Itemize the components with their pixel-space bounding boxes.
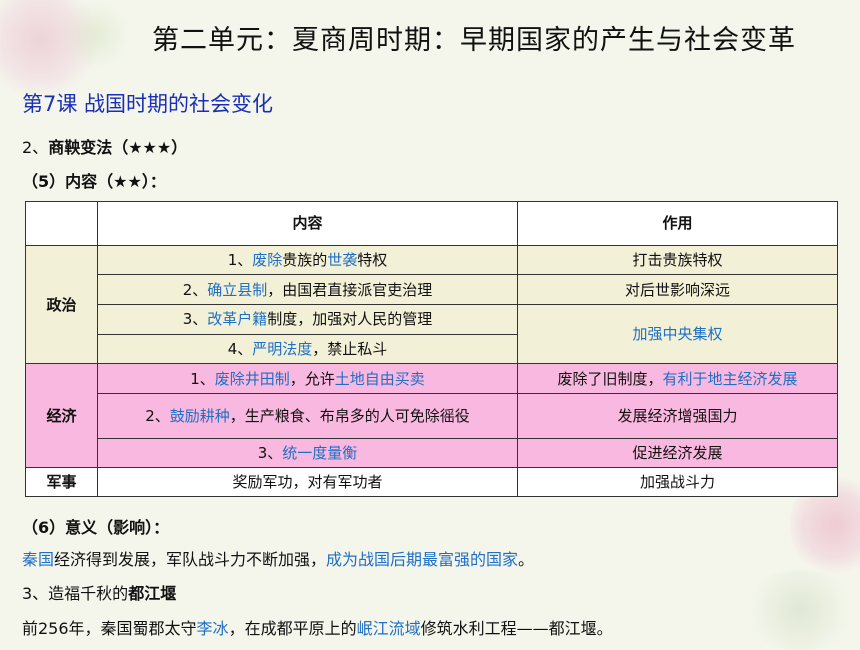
content-cell: 2、确立县制，由国君直接派官吏治理 [97,274,518,306]
flower-decoration-bottom-right [740,570,860,650]
content-cell: 1、废除贵族的世袭特权 [97,244,518,276]
impact-cell: 发展经济增强国力 [517,392,838,439]
table-row: 2、鼓励耕种，生产粮食、布帛多的人可免除徭役 发展经济增强国力 [26,392,838,439]
page-title: 第二单元：夏商周时期：早期国家的产生与社会变革 [152,25,796,56]
content-cell: 1、废除井田制，允许土地自由买卖 [97,363,518,394]
section2-number: 2、 [22,138,49,157]
reform-content-table: 内容 作用 政治 1、废除贵族的世袭特权 打击贵族特权 2、确立县制，由国君直接… [25,201,838,497]
impact-cell: 打击贵族特权 [517,244,838,276]
section2-heading: 2、商鞅变法（★★★） [22,134,187,158]
table-row: 3、改革户籍制度，加强对人民的管理 加强中央集权 [26,304,838,365]
impact-cell: 加强中央集权 [517,304,838,365]
table-row: 经济 1、废除井田制，允许土地自由买卖 废除了旧制度，有利于地主经济发展 [25,363,838,469]
table-header-row: 内容 作用 [25,201,838,246]
impact-cell: 加强战斗力 [517,467,838,497]
table-row: 3、统一度量衡 促进经济发展 [26,437,838,469]
section3-paragraph: 前256年，秦国蜀郡太守李冰，在成都平原上的岷江流域修筑水利工程——都江堰。 [22,619,613,638]
category-economy: 经济 [25,363,98,469]
table-row: 2、确立县制，由国君直接派官吏治理 对后世影响深远 [26,274,838,306]
content-cell: 3、改革户籍制度，加强对人民的管理 [97,304,518,335]
header-content: 内容 [97,201,518,246]
header-impact: 作用 [517,201,838,246]
content-cell: 2、鼓励耕种，生产粮食、布帛多的人可免除徭役 [97,392,518,439]
flower-decoration-top-left-2 [60,0,130,70]
table-row: 军事 奖励军功，对有军功者 加强战斗力 [25,467,838,497]
content-cell: 奖励军功，对有军功者 [97,467,518,497]
lesson-title: 第7课 战国时期的社会变化 [22,92,274,116]
section2-title: 商鞅变法（★★★） [48,138,188,157]
header-category [25,201,98,246]
content-cell: 3、统一度量衡 [97,437,518,469]
category-politics: 政治 [25,244,98,365]
impact-cell: 对后世影响深远 [517,274,838,306]
slide: 第二单元：夏商周时期：早期国家的产生与社会变革 第7课 战国时期的社会变化 2、… [0,0,860,650]
section3-heading: 3、造福千秋的都江堰 [22,584,177,603]
section6-heading: （6）意义（影响）： [22,518,170,537]
impact-cell: 促进经济发展 [517,437,838,469]
category-military: 军事 [25,467,98,497]
impact-cell: 废除了旧制度，有利于地主经济发展 [517,363,838,394]
content-cell: 4、严明法度，禁止私斗 [97,333,518,365]
table-row: 政治 1、废除贵族的世袭特权 打击贵族特权 [25,244,838,365]
section2-sub5: （5）内容（★★）： [22,172,166,191]
section6-paragraph: 秦国经济得到发展，军队战斗力不断加强，成为战国后期最富强的国家。 [22,550,535,569]
